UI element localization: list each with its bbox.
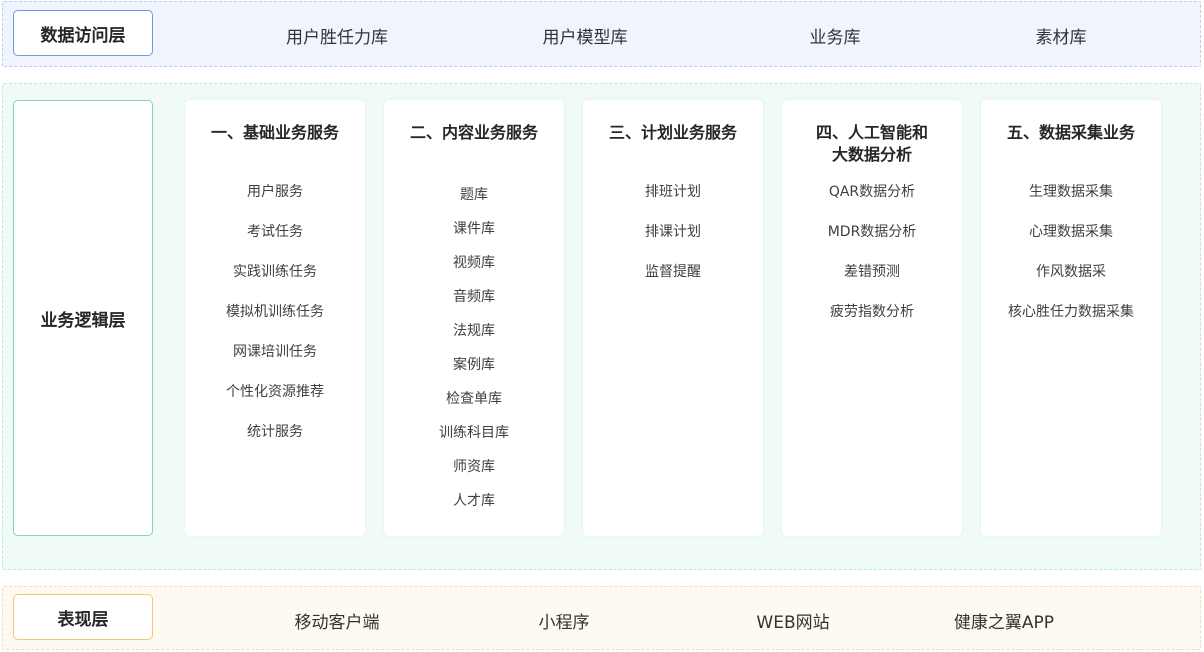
data-item-user-model-db: 用户模型库 [542,28,628,48]
card-title: 二、内容业务服务 [409,123,538,142]
layer-label-presentation: 表现层 [13,594,153,640]
card-item-list: 排班计划 排课计划 监督提醒 [583,172,763,292]
card-item-list: 题库 课件库 视频库 音频库 法规库 案例库 检查单库 训练科目库 师资库 人才… [384,178,564,518]
service-card-plan: 三、计划业务服务 排班计划 排课计划 监督提醒 [583,100,763,536]
card-title: 三、计划业务服务 [608,123,737,142]
service-card-data-collection: 五、数据采集业务 生理数据采集 心理数据采集 作风数据采 核心胜任力数据采集 [981,100,1161,536]
list-item: 生理数据采集 [1029,184,1113,200]
business-logic-layer: 业务逻辑层 一、基础业务服务 用户服务 考试任务 实践训练任务 模拟机训练任务 … [2,83,1201,570]
list-item: MDR数据分析 [827,224,917,240]
layer-label-business-logic: 业务逻辑层 [13,100,153,536]
list-item: 考试任务 [247,224,303,240]
list-item: 法规库 [453,323,495,339]
list-item: 音频库 [453,289,495,305]
pres-item-health-app: 健康之翼APP [953,613,1055,633]
layer-label-data-access: 数据访问层 [13,10,153,56]
card-item-list: 用户服务 考试任务 实践训练任务 模拟机训练任务 网课培训任务 个性化资源推荐 … [185,172,365,452]
list-item: 网课培训任务 [233,344,317,360]
list-item: 视频库 [453,255,495,271]
list-item: 题库 [460,187,488,203]
service-card-ai-bigdata: 四、人工智能和 大数据分析 QAR数据分析 MDR数据分析 差错预测 疲劳指数分… [782,100,962,536]
card-title: 五、数据采集业务 [1006,123,1135,142]
data-item-business-db: 业务库 [809,28,861,48]
card-item-list: 生理数据采集 心理数据采集 作风数据采 核心胜任力数据采集 [981,172,1161,332]
list-item: QAR数据分析 [828,184,916,200]
pres-item-mobile-client: 移动客户端 [294,613,380,633]
service-card-basic: 一、基础业务服务 用户服务 考试任务 实践训练任务 模拟机训练任务 网课培训任务… [185,100,365,536]
data-access-layer: 数据访问层 用户胜任力库 用户模型库 业务库 素材库 [2,1,1201,67]
list-item: 课件库 [453,221,495,237]
list-item: 差错预测 [844,264,900,280]
list-item: 核心胜任力数据采集 [1008,304,1134,320]
list-item: 案例库 [453,357,495,373]
list-item: 用户服务 [247,184,303,200]
list-item: 人才库 [453,493,495,509]
list-item: 监督提醒 [645,264,701,280]
list-item: 作风数据采 [1036,264,1106,280]
card-title: 一、基础业务服务 [210,123,339,142]
card-title: 四、人工智能和 大数据分析 [815,123,928,164]
list-item: 疲劳指数分析 [830,304,914,320]
presentation-layer: 表现层 移动客户端 小程序 WEB网站 健康之翼APP [2,586,1201,650]
list-item: 训练科目库 [439,425,509,441]
list-item: 心理数据采集 [1029,224,1113,240]
service-card-content: 二、内容业务服务 题库 课件库 视频库 音频库 法规库 案例库 检查单库 训练科… [384,100,564,536]
list-item: 模拟机训练任务 [226,304,324,320]
data-item-competency-db: 用户胜任力库 [286,28,388,48]
list-item: 排班计划 [645,184,701,200]
card-item-list: QAR数据分析 MDR数据分析 差错预测 疲劳指数分析 [782,172,962,332]
list-item: 个性化资源推荐 [226,384,324,400]
list-item: 实践训练任务 [233,264,317,280]
list-item: 检查单库 [446,391,502,407]
data-item-material-db: 素材库 [1035,28,1087,48]
pres-item-mini-program: 小程序 [538,613,590,633]
list-item: 排课计划 [645,224,701,240]
pres-item-web-site: WEB网站 [756,613,830,633]
list-item: 师资库 [453,459,495,475]
list-item: 统计服务 [247,424,303,440]
